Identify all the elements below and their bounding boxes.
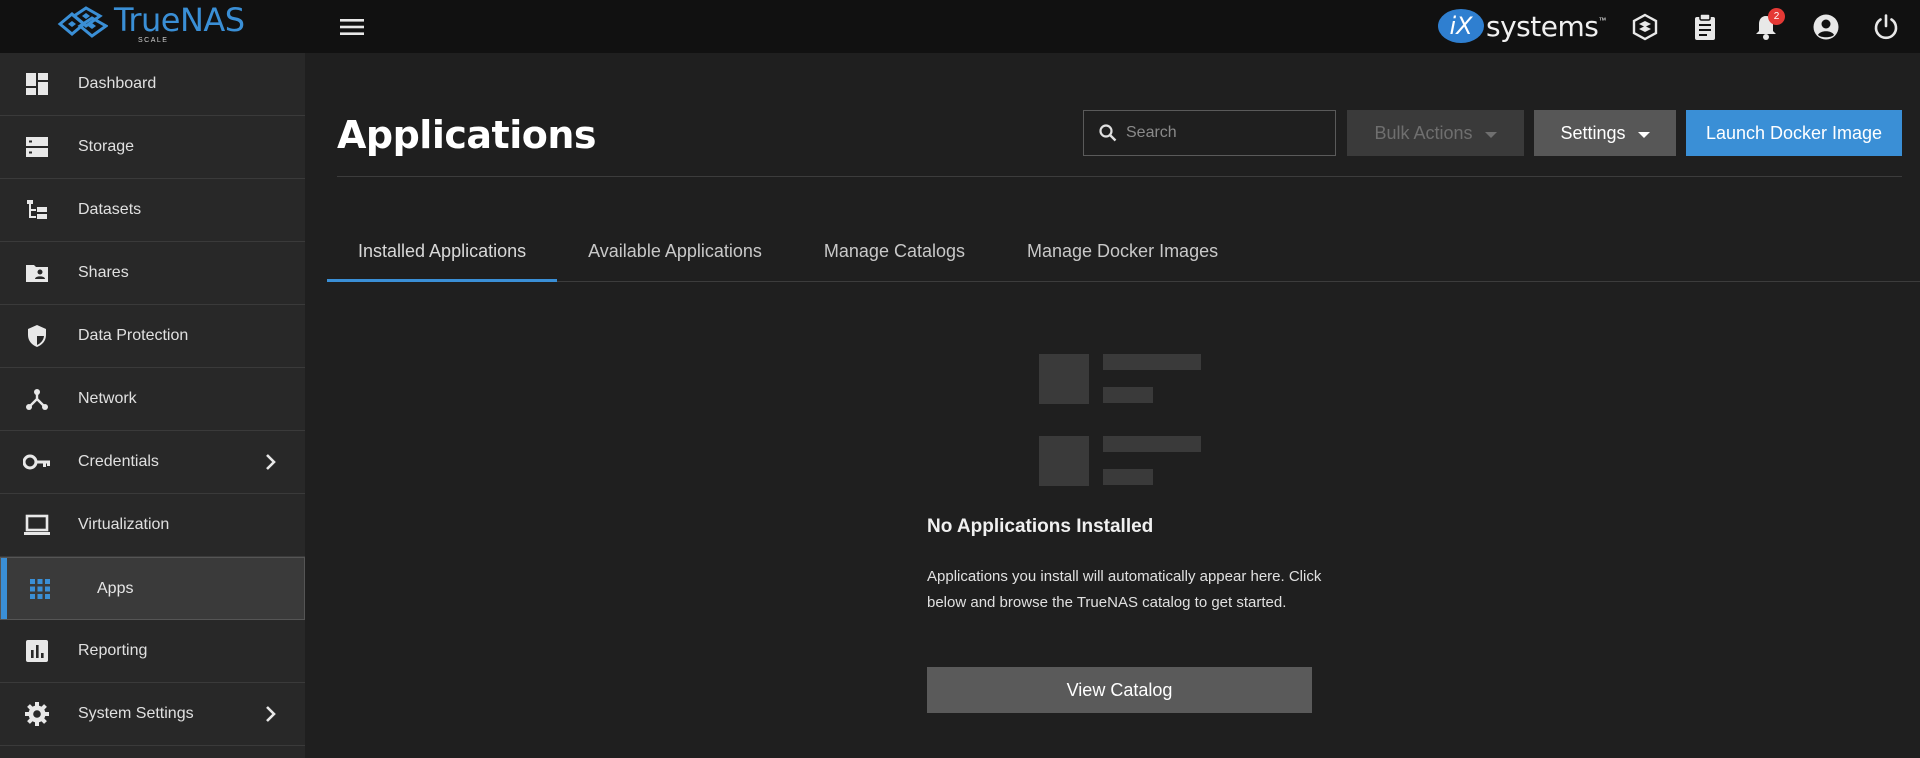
storage-icon bbox=[23, 133, 51, 161]
tab-installed-applications[interactable]: Installed Applications bbox=[327, 221, 558, 282]
gear-icon bbox=[23, 700, 51, 728]
tab-available-applications[interactable]: Available Applications bbox=[557, 221, 793, 281]
sidebar-item-storage[interactable]: Storage bbox=[0, 116, 305, 179]
sidebar-item-label: Reporting bbox=[78, 642, 148, 659]
power-button[interactable] bbox=[1869, 10, 1903, 44]
sidebar-item-shares[interactable]: Shares bbox=[0, 242, 305, 305]
chevron-right-icon bbox=[266, 706, 276, 722]
header-divider bbox=[337, 176, 1902, 177]
sidebar-item-label: Data Protection bbox=[78, 327, 189, 344]
ixsystems-text: systems bbox=[1486, 9, 1599, 43]
hamburger-icon bbox=[340, 19, 364, 35]
laptop-icon bbox=[23, 511, 51, 539]
sidebar-item-label: Virtualization bbox=[78, 516, 170, 533]
sidebar-item-label: Credentials bbox=[78, 453, 159, 470]
view-catalog-label: View Catalog bbox=[1066, 679, 1173, 700]
sidebar-item-label: Shares bbox=[78, 264, 129, 281]
settings-button[interactable]: Settings bbox=[1534, 110, 1676, 156]
notifications-button[interactable]: 2 bbox=[1749, 8, 1785, 44]
search-box[interactable] bbox=[1083, 110, 1336, 156]
chevron-right-icon bbox=[266, 454, 276, 470]
tab-manage-catalogs[interactable]: Manage Catalogs bbox=[793, 221, 996, 281]
launch-docker-image-label: Launch Docker Image bbox=[1705, 122, 1883, 143]
empty-list-icon bbox=[1039, 354, 1201, 486]
sidebar-item-datasets[interactable]: Datasets bbox=[0, 179, 305, 242]
shield-icon bbox=[23, 322, 51, 350]
sidebar-nav: Dashboard Storage Datasets Shares Data P… bbox=[0, 53, 305, 758]
sidebar-item-label: Storage bbox=[78, 138, 135, 155]
settings-label: Settings bbox=[1560, 122, 1626, 143]
sidebar-item-label: Network bbox=[78, 390, 137, 407]
network-icon bbox=[23, 385, 51, 413]
truenas-logo-icon bbox=[57, 6, 108, 38]
truecommand-icon bbox=[1632, 13, 1658, 41]
account-button[interactable] bbox=[1809, 10, 1843, 44]
sidebar-item-virtualization[interactable]: Virtualization bbox=[0, 494, 305, 557]
empty-state-message: Applications you install will automatica… bbox=[927, 568, 1322, 611]
sidebar-item-network[interactable]: Network bbox=[0, 368, 305, 431]
tab-manage-docker-images[interactable]: Manage Docker Images bbox=[996, 221, 1249, 281]
sidebar-item-label: Dashboard bbox=[78, 75, 157, 92]
ix-badge: iX bbox=[1438, 9, 1484, 43]
top-bar: TrueNAS SCALE iX systems ™ 2 bbox=[0, 0, 1920, 53]
apps-grid-icon bbox=[26, 575, 54, 603]
main-content: Applications Bulk Actions Settings Launc… bbox=[305, 53, 1920, 758]
empty-state-title: No Applications Installed bbox=[927, 516, 1154, 537]
account-circle-icon bbox=[1813, 14, 1839, 40]
sidebar-item-reporting[interactable]: Reporting bbox=[0, 620, 305, 683]
page-title: Applications bbox=[337, 113, 597, 157]
power-icon bbox=[1874, 14, 1898, 40]
sidebar-item-data-protection[interactable]: Data Protection bbox=[0, 305, 305, 368]
sidebar-item-system-settings[interactable]: System Settings bbox=[0, 683, 305, 746]
sidebar-item-label: System Settings bbox=[78, 705, 194, 722]
launch-docker-image-button[interactable]: Launch Docker Image bbox=[1686, 110, 1902, 156]
sidebar-item-label: Apps bbox=[97, 579, 134, 597]
ixsystems-trademark: ™ bbox=[1598, 16, 1607, 25]
caret-down-icon bbox=[1484, 131, 1497, 138]
truenas-logo[interactable]: TrueNAS SCALE bbox=[56, 4, 245, 44]
menu-toggle-button[interactable] bbox=[338, 13, 366, 41]
view-catalog-button[interactable]: View Catalog bbox=[927, 667, 1312, 713]
sidebar-item-apps[interactable]: Apps bbox=[0, 557, 305, 620]
notification-count-badge: 2 bbox=[1768, 8, 1785, 25]
search-input[interactable] bbox=[1126, 124, 1326, 142]
brand-edition: SCALE bbox=[138, 37, 169, 44]
sidebar-item-label: Datasets bbox=[78, 201, 142, 218]
datasets-icon bbox=[23, 196, 51, 224]
chart-icon bbox=[23, 637, 51, 665]
shares-icon bbox=[23, 259, 51, 287]
bulk-actions-button[interactable]: Bulk Actions bbox=[1347, 110, 1524, 156]
dashboard-icon bbox=[23, 70, 51, 98]
bulk-actions-label: Bulk Actions bbox=[1374, 122, 1473, 143]
key-icon bbox=[23, 448, 51, 476]
tab-bar: Installed Applications Available Applica… bbox=[327, 221, 1920, 282]
sidebar-item-credentials[interactable]: Credentials bbox=[0, 431, 305, 494]
task-manager-button[interactable] bbox=[1688, 10, 1722, 44]
clipboard-icon bbox=[1695, 13, 1715, 40]
ixsystems-logo[interactable]: iX systems ™ bbox=[1438, 6, 1606, 46]
caret-down-icon bbox=[1637, 131, 1650, 138]
truecommand-button[interactable] bbox=[1628, 10, 1662, 44]
search-icon bbox=[1099, 124, 1117, 142]
brand-name: TrueNAS bbox=[114, 1, 245, 39]
sidebar-item-dashboard[interactable]: Dashboard bbox=[0, 53, 305, 116]
